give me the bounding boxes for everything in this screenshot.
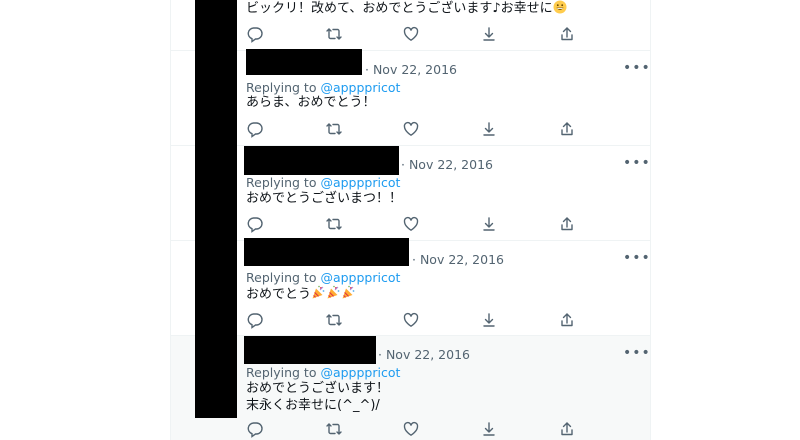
tweet-actions xyxy=(246,311,576,329)
bookmark-icon[interactable] xyxy=(480,120,498,138)
reply-icon[interactable] xyxy=(246,215,264,233)
replying-to-handle[interactable]: @appppricot xyxy=(320,175,400,190)
replying-to-handle[interactable]: @appppricot xyxy=(320,80,400,95)
more-options-icon[interactable]: ••• xyxy=(623,346,651,360)
share-icon[interactable] xyxy=(558,420,576,438)
tweet-text-line-2: 末永くお幸せに(^_^)/ xyxy=(246,398,380,413)
bookmark-icon[interactable] xyxy=(480,420,498,438)
more-options-icon[interactable]: ••• xyxy=(623,156,651,170)
reply-icon[interactable] xyxy=(246,420,264,438)
replying-to: Replying to @appppricot xyxy=(246,365,400,380)
tweet-top-text: ビックリ！改めて、おめでとうございます♪お幸せに xyxy=(246,0,567,20)
retweet-icon[interactable] xyxy=(325,120,343,138)
page-gutter-left xyxy=(0,0,170,440)
reply-icon[interactable] xyxy=(246,25,264,43)
tweet-text-with-emoji: おめでとう xyxy=(246,285,356,306)
redacted-author-name xyxy=(244,146,399,175)
redacted-author-name xyxy=(244,336,376,364)
replying-to: Replying to @appppricot xyxy=(246,80,400,95)
like-icon[interactable] xyxy=(402,420,420,438)
reply-icon[interactable] xyxy=(246,311,264,329)
tweet-top-text-content: ビックリ！改めて、おめでとうございます♪お幸せに xyxy=(246,1,553,16)
tweet-actions xyxy=(246,120,576,138)
tweet-actions xyxy=(246,420,576,438)
replying-to-prefix: Replying to xyxy=(246,80,321,95)
reply-icon[interactable] xyxy=(246,120,264,138)
replying-to-prefix: Replying to xyxy=(246,270,321,285)
redacted-avatar-column xyxy=(195,0,237,418)
replying-to-prefix: Replying to xyxy=(246,365,321,380)
redacted-author-name xyxy=(244,238,409,266)
like-icon[interactable] xyxy=(402,311,420,329)
share-icon[interactable] xyxy=(558,311,576,329)
more-options-icon[interactable]: ••• xyxy=(623,251,651,265)
tweet-text: おめでとうございまつ！！ xyxy=(246,191,403,206)
replying-to-handle[interactable]: @appppricot xyxy=(320,270,400,285)
tweet-date[interactable]: · Nov 22, 2016 xyxy=(412,252,504,267)
tweet-date[interactable]: · Nov 22, 2016 xyxy=(365,62,457,77)
replying-to: Replying to @appppricot xyxy=(246,175,400,190)
page-gutter-right xyxy=(651,0,800,440)
share-icon[interactable] xyxy=(558,120,576,138)
like-icon[interactable] xyxy=(402,215,420,233)
retweet-icon[interactable] xyxy=(325,420,343,438)
share-icon[interactable] xyxy=(558,215,576,233)
tweet-date[interactable]: · Nov 22, 2016 xyxy=(378,347,470,362)
grinning-face-emoji xyxy=(553,0,567,20)
bookmark-icon[interactable] xyxy=(480,25,498,43)
replying-to-handle[interactable]: @appppricot xyxy=(320,365,400,380)
retweet-icon[interactable] xyxy=(325,311,343,329)
tweet-text: おめでとう xyxy=(246,287,312,302)
bookmark-icon[interactable] xyxy=(480,215,498,233)
retweet-icon[interactable] xyxy=(325,215,343,233)
bookmark-icon[interactable] xyxy=(480,311,498,329)
replying-to-prefix: Replying to xyxy=(246,175,321,190)
retweet-icon[interactable] xyxy=(325,25,343,43)
tweet-text-line-1: おめでとうございます！ xyxy=(246,381,390,396)
party-popper-emoji xyxy=(341,285,356,306)
like-icon[interactable] xyxy=(402,25,420,43)
tweet-top-actions xyxy=(246,25,576,43)
tweet-actions xyxy=(246,215,576,233)
like-icon[interactable] xyxy=(402,120,420,138)
replying-to: Replying to @appppricot xyxy=(246,270,400,285)
tweet-text: あらま、おめでとう！ xyxy=(246,95,376,110)
redacted-author-name xyxy=(246,49,362,75)
party-popper-emoji xyxy=(311,285,326,306)
party-popper-emoji xyxy=(326,285,341,306)
share-icon[interactable] xyxy=(558,25,576,43)
more-options-icon[interactable]: ••• xyxy=(623,61,651,75)
tweet-date[interactable]: · Nov 22, 2016 xyxy=(401,157,493,172)
